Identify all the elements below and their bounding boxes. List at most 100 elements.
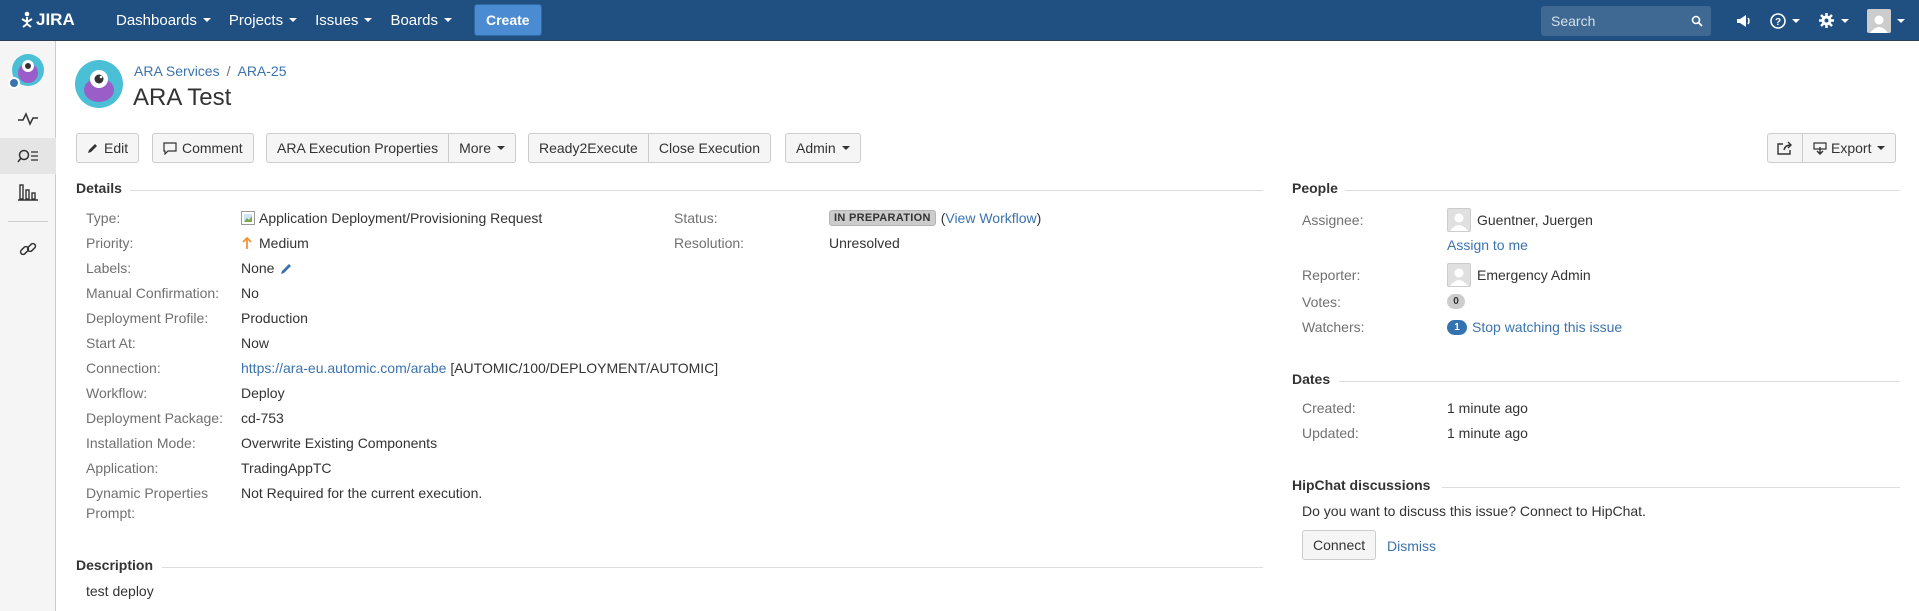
sidebar-divider [8, 221, 48, 222]
dates-heading[interactable]: Dates [1292, 371, 1330, 387]
admin-button[interactable]: Admin [785, 133, 861, 163]
nav-boards-label: Boards [390, 11, 438, 29]
created-label: Created: [1302, 400, 1356, 416]
reporter-label: Reporter: [1302, 267, 1361, 283]
connection-path: [AUTOMIC/100/DEPLOYMENT/AUTOMIC] [450, 360, 719, 376]
people-divider [1345, 190, 1900, 191]
connection-url-link[interactable]: https://ara-eu.automic.com/arabe [241, 360, 446, 376]
resolution-label: Resolution: [674, 235, 745, 251]
deployment-profile-label: Deployment Profile: [86, 310, 209, 326]
connection-value: https://ara-eu.automic.com/arabe [AUTOMI… [241, 360, 718, 376]
ara-execution-properties-button[interactable]: ARA Execution Properties [266, 133, 450, 163]
updated-value: 1 minute ago [1447, 425, 1528, 441]
priority-medium-arrow-icon [242, 236, 252, 249]
assignee-name[interactable]: Guentner, Juergen [1477, 212, 1593, 228]
description-text[interactable]: test deploy [86, 583, 154, 599]
votes-value[interactable]: 0 [1447, 294, 1470, 309]
chevron-down-icon [443, 18, 452, 22]
stop-watching-link[interactable]: Stop watching this issue [1472, 319, 1622, 335]
search-icon [1691, 15, 1703, 27]
nav-boards[interactable]: Boards [390, 12, 452, 29]
priority-text: Medium [259, 235, 309, 251]
sidebar-item-reports[interactable] [0, 174, 56, 210]
announcement-icon[interactable] [1736, 14, 1752, 28]
export-button[interactable]: Export [1803, 133, 1897, 163]
hipchat-heading[interactable]: HipChat discussions [1292, 477, 1430, 493]
breadcrumb-separator: / [226, 63, 231, 79]
user-profile-menu[interactable] [1867, 8, 1905, 33]
sidebar-item-activity[interactable] [0, 101, 56, 137]
logo-text: JIRA [36, 10, 75, 29]
type-text: Application Deployment/Provisioning Requ… [259, 210, 543, 226]
nav-dashboards[interactable]: Dashboards [116, 12, 211, 29]
assignee-avatar-icon [1447, 208, 1471, 232]
share-button[interactable] [1767, 133, 1803, 163]
assignee-label: Assignee: [1302, 212, 1364, 228]
more-actions-button[interactable]: More [449, 133, 516, 163]
deployment-profile-value: Production [241, 310, 308, 326]
watchers-label: Watchers: [1302, 319, 1365, 335]
issue-search-icon [17, 149, 38, 163]
chevron-down-icon [841, 146, 850, 150]
jira-logo[interactable]: JIRA [20, 10, 78, 30]
labels-label: Labels: [86, 260, 132, 276]
description-heading[interactable]: Description [76, 557, 153, 573]
nav-issues[interactable]: Issues [315, 12, 373, 29]
pencil-icon [88, 144, 97, 153]
votes-count-badge: 0 [1447, 294, 1465, 309]
hipchat-connect-button[interactable]: Connect [1302, 530, 1377, 560]
link-chain-icon [19, 242, 37, 256]
edit-button[interactable]: Edit [76, 133, 140, 163]
status-lozenge: IN PREPARATION [829, 210, 936, 226]
search-input[interactable]: Search [1541, 5, 1711, 36]
application-label: Application: [86, 460, 159, 476]
top-navigation-bar: JIRA Dashboards Projects Issues Boards C… [0, 0, 1919, 41]
priority-value: Medium [241, 235, 309, 251]
labels-text: None [241, 260, 275, 276]
edit-labels-pencil-icon[interactable] [280, 262, 293, 275]
comment-label: Comment [182, 140, 243, 156]
ready2execute-button[interactable]: Ready2Execute [528, 133, 649, 163]
svg-text:?: ? [1775, 17, 1781, 28]
manual-confirmation-label: Manual Confirmation: [86, 285, 220, 301]
hipchat-prompt: Do you want to discuss this issue? Conne… [1302, 503, 1646, 519]
help-icon[interactable]: ? [1770, 12, 1800, 29]
chevron-down-icon [202, 18, 211, 22]
watchers-count-badge[interactable]: 1 [1447, 319, 1467, 335]
user-avatar-icon [1867, 8, 1891, 33]
status-label: Status: [674, 210, 718, 226]
create-button[interactable]: Create [473, 4, 542, 36]
breadcrumb-issue-key-link[interactable]: ARA-25 [237, 63, 286, 79]
updated-label: Updated: [1302, 425, 1359, 441]
created-value: 1 minute ago [1447, 400, 1528, 416]
project-sidebar [0, 41, 56, 611]
type-label: Type: [86, 210, 121, 226]
details-heading[interactable]: Details [76, 180, 122, 196]
hipchat-dismiss-text: Dismiss [1387, 538, 1436, 554]
settings-gear-icon[interactable] [1818, 12, 1849, 29]
view-workflow-link[interactable]: View Workflow [945, 210, 1036, 226]
people-heading[interactable]: People [1292, 180, 1338, 196]
edit-button-group: Edit [76, 133, 140, 163]
comment-bubble-icon [163, 141, 177, 155]
breadcrumb-project-link[interactable]: ARA Services [134, 63, 220, 79]
status-value: IN PREPARATION (View Workflow) [829, 210, 1041, 226]
activity-pulse-icon [18, 112, 38, 126]
chevron-down-icon [364, 18, 373, 22]
nav-dashboards-label: Dashboards [116, 11, 197, 29]
reporter-value: Emergency Admin [1447, 263, 1591, 287]
sidebar-item-issues[interactable] [0, 138, 56, 174]
sidebar-item-links[interactable] [0, 229, 56, 269]
hipchat-dismiss-link[interactable]: Dismiss [1387, 538, 1436, 554]
assign-to-me-link[interactable]: Assign to me [1447, 237, 1528, 253]
start-at-label: Start At: [86, 335, 136, 351]
manual-confirmation-value: No [241, 285, 259, 301]
nav-projects[interactable]: Projects [228, 11, 298, 29]
chevron-down-icon [1897, 18, 1905, 23]
reporter-name[interactable]: Emergency Admin [1477, 267, 1591, 283]
issue-title[interactable]: ARA Test [133, 84, 231, 112]
export-label: Export [1831, 140, 1872, 156]
close-execution-button[interactable]: Close Execution [648, 133, 772, 163]
nav-projects-label: Projects [228, 11, 284, 29]
comment-button[interactable]: Comment [152, 133, 254, 163]
